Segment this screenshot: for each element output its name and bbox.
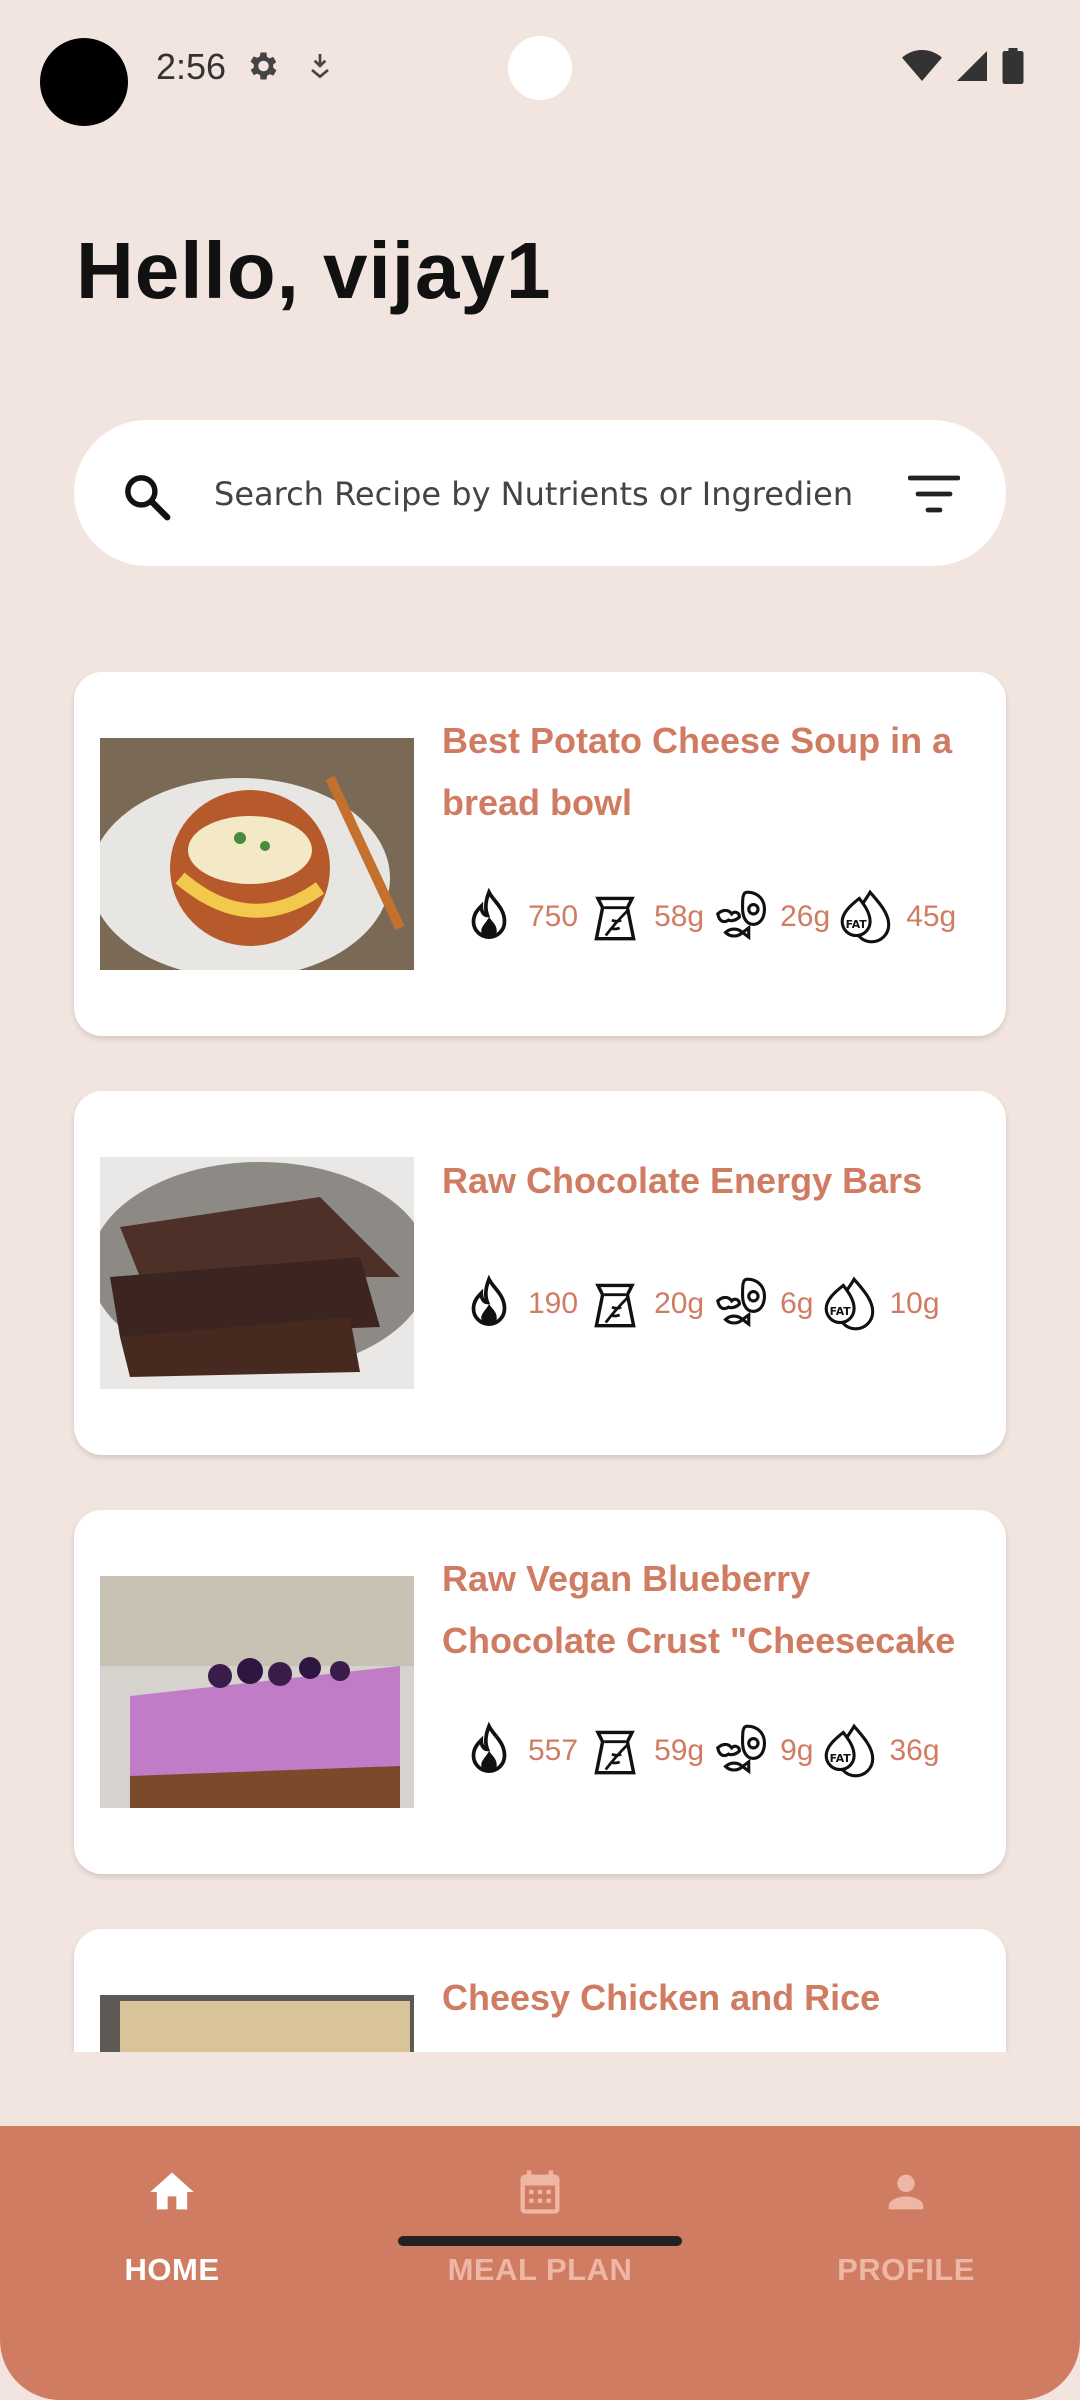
fat-drop-icon: FAT	[820, 1720, 882, 1782]
home-indicator[interactable]	[398, 2236, 682, 2246]
recipe-title: Raw Chocolate Energy Bars	[442, 1160, 923, 1201]
calories-value: 190	[528, 1287, 579, 1320]
carbs-value: 20g	[654, 1287, 705, 1320]
app-screen: 2:56 Hello, vijay1 Search Recipe by Nutr…	[0, 0, 1080, 2400]
recipe-title: Raw Vegan Blueberry Chocolate Crust "Che…	[442, 1558, 956, 1661]
fat-drop-icon: FAT	[820, 1273, 882, 1335]
recipe-title: Cheesy Chicken and Rice	[442, 1977, 881, 2018]
nav-meal-plan-label: MEAL PLAN	[447, 2252, 633, 2287]
recipe-image	[100, 1576, 414, 1808]
search-icon[interactable]	[120, 470, 174, 529]
carbs-value: 59g	[654, 1734, 705, 1767]
grain-sack-icon	[584, 886, 646, 948]
flame-icon	[458, 886, 520, 948]
grain-sack-icon	[584, 1720, 646, 1782]
nutrition-row: 190 20g 6g FAT 10g	[458, 1273, 946, 1335]
recipe-card[interactable]: Raw Vegan Blueberry Chocolate Crust "Che…	[74, 1510, 1006, 1874]
svg-text:FAT: FAT	[829, 1305, 851, 1318]
recipe-image	[100, 1995, 414, 2052]
cellular-icon	[954, 48, 990, 89]
grain-sack-icon	[584, 1273, 646, 1335]
nutrition-row: 750 58g 26g FAT 45g	[458, 886, 962, 948]
meat-icon	[710, 1273, 772, 1335]
wifi-icon	[902, 48, 942, 89]
recipe-card[interactable]: Best Potato Cheese Soup in a bread bowl …	[74, 672, 1006, 1036]
search-input[interactable]	[212, 468, 856, 520]
bottom-navigation: HOME MEAL PLAN PROFILE	[0, 2126, 1080, 2400]
protein-value: 9g	[780, 1734, 814, 1767]
nav-profile[interactable]: PROFILE	[776, 2166, 1036, 2316]
camera-cutout	[40, 38, 128, 126]
flame-icon	[458, 1273, 520, 1335]
settings-icon	[244, 48, 280, 89]
protein-value: 26g	[780, 900, 831, 933]
download-icon	[304, 48, 336, 89]
status-time: 2:56	[156, 46, 227, 87]
carbs-value: 58g	[654, 900, 705, 933]
svg-text:FAT: FAT	[846, 918, 868, 931]
meat-icon	[710, 1720, 772, 1782]
nav-home[interactable]: HOME	[42, 2166, 302, 2316]
recipe-card[interactable]: Raw Chocolate Energy Bars 190 20g 6g FAT…	[74, 1091, 1006, 1455]
fat-value: 10g	[889, 1287, 940, 1320]
front-camera	[508, 36, 572, 100]
recipe-image	[100, 738, 414, 970]
flame-icon	[458, 1720, 520, 1782]
calories-value: 557	[528, 1734, 579, 1767]
calendar-icon	[520, 2170, 560, 2214]
recipe-title: Best Potato Cheese Soup in a bread bowl	[442, 720, 953, 823]
calories-value: 750	[528, 900, 579, 933]
person-icon	[888, 2174, 924, 2210]
meat-icon	[710, 886, 772, 948]
nutrition-row: 557 59g 9g FAT 36g	[458, 1720, 946, 1782]
protein-value: 6g	[780, 1287, 814, 1320]
home-icon	[150, 2172, 194, 2210]
nav-home-label: HOME	[124, 2252, 220, 2287]
fat-drop-icon: FAT	[836, 886, 898, 948]
fat-value: 45g	[906, 900, 957, 933]
greeting-title: Hello, vijay1	[76, 226, 552, 315]
fat-value: 36g	[889, 1734, 940, 1767]
battery-icon	[1002, 48, 1024, 89]
recipe-image	[100, 1157, 414, 1389]
status-bar: 2:56	[0, 0, 1080, 140]
nav-profile-label: PROFILE	[837, 2252, 975, 2287]
recipe-list[interactable]: Best Potato Cheese Soup in a bread bowl …	[0, 600, 1080, 2052]
svg-text:FAT: FAT	[829, 1752, 851, 1765]
recipe-card[interactable]: Cheesy Chicken and Rice	[74, 1929, 1006, 2052]
filter-icon[interactable]	[907, 474, 961, 519]
